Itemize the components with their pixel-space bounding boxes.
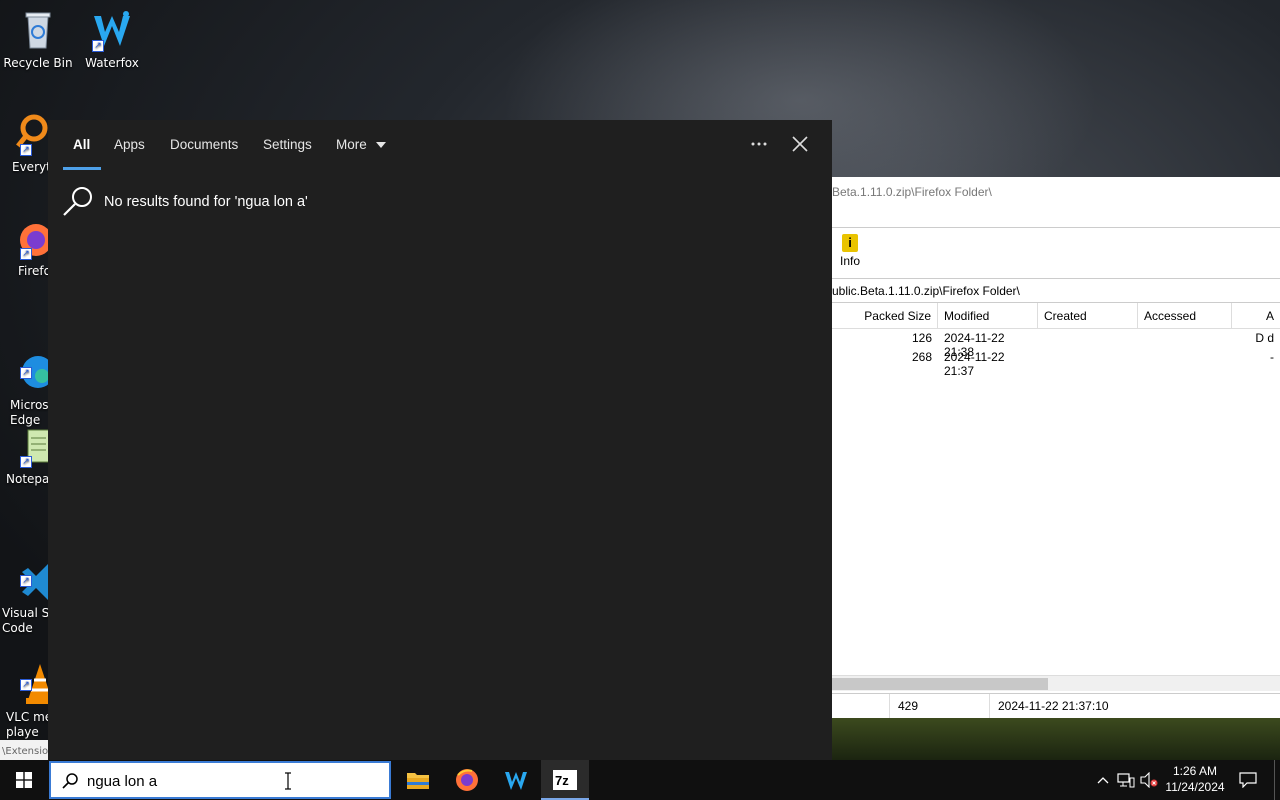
shortcut-arrow-icon: ↗: [20, 456, 32, 468]
no-results-message: No results found for 'ngua lon a': [60, 184, 308, 220]
clock-date: 11/24/2024: [1165, 780, 1225, 794]
shortcut-arrow-icon: ↗: [20, 575, 32, 587]
tab-more-label: More: [336, 137, 367, 152]
ellipsis-icon: [751, 142, 767, 146]
search-tabs: All Apps Documents Settings More: [48, 120, 832, 174]
taskbar-file-explorer[interactable]: [394, 760, 442, 800]
column-header-modified[interactable]: Modified: [938, 303, 1038, 328]
file-explorer-icon: [407, 773, 429, 789]
search-input[interactable]: [87, 769, 377, 793]
search-panel[interactable]: All Apps Documents Settings More No resu…: [48, 120, 832, 760]
search-icon: [62, 773, 78, 789]
network-icon: [1117, 773, 1135, 788]
waterfox-icon: ↗: [90, 8, 134, 52]
windows-logo-icon: [16, 772, 32, 788]
desktop-icon-label: Waterfox: [85, 56, 139, 70]
column-headers: Packed Size Modified Created Accessed A: [832, 303, 1280, 329]
taskbar: 7z 1:26 AM 11/24/2024: [0, 760, 1280, 800]
show-hidden-icons-button[interactable]: [1092, 760, 1114, 800]
info-button[interactable]: i Info: [840, 234, 860, 268]
column-header-attributes[interactable]: A: [1232, 303, 1280, 328]
cell-modified: 2024-11-22 21:37: [944, 350, 1005, 378]
table-row[interactable]: 126 2024-11-22 21:38 D d: [832, 329, 1280, 359]
taskbar-firefox[interactable]: [443, 760, 491, 800]
recycle-bin-icon: [16, 8, 60, 52]
edge-icon: ↗: [6, 335, 54, 388]
close-icon: [792, 136, 808, 152]
column-header-accessed[interactable]: Accessed: [1138, 303, 1232, 328]
firefox-icon: [456, 769, 478, 791]
7zip-window[interactable]: Beta.1.11.0.zip\Firefox Folder\ i Info u…: [832, 177, 1280, 718]
7zip-icon: 7z: [553, 770, 577, 790]
close-button[interactable]: [788, 132, 812, 156]
start-button[interactable]: [0, 760, 48, 800]
shortcut-arrow-icon: ↗: [20, 248, 32, 260]
window-title: Beta.1.11.0.zip\Firefox Folder\: [832, 185, 992, 199]
firefox-icon: ↗: [6, 216, 52, 260]
desktop-icon-recycle-bin[interactable]: Recycle Bin: [0, 8, 76, 71]
shortcut-arrow-icon: ↗: [20, 367, 32, 379]
tab-apps[interactable]: Apps: [114, 137, 145, 152]
cell-modified: 2024-11-22 21:38: [944, 331, 1005, 359]
notepad-icon: ↗: [6, 424, 51, 468]
background-window-sliver: \Extensio: [0, 740, 48, 760]
tab-more[interactable]: More: [336, 137, 387, 152]
no-results-text: No results found for 'ngua lon a': [104, 194, 308, 210]
wallpaper-ground: [830, 718, 1280, 760]
status-size: 429: [890, 694, 990, 718]
chevron-up-icon: [1097, 777, 1109, 784]
tab-documents[interactable]: Documents: [170, 137, 238, 152]
show-desktop-button[interactable]: [1274, 760, 1280, 800]
desktop-icon-waterfox[interactable]: ↗ Waterfox: [74, 8, 150, 71]
more-options-button[interactable]: [748, 132, 770, 154]
volume-button[interactable]: [1138, 760, 1160, 800]
address-bar[interactable]: ublic.Beta.1.11.0.zip\Firefox Folder\: [832, 279, 1280, 303]
system-clock[interactable]: 1:26 AM 11/24/2024: [1158, 763, 1232, 795]
column-header-created[interactable]: Created: [1038, 303, 1138, 328]
shortcut-arrow-icon: ↗: [92, 40, 104, 52]
table-row[interactable]: 268 2024-11-22 21:37 -: [832, 348, 1280, 378]
taskbar-search-box[interactable]: [49, 761, 391, 799]
svg-text:7z: 7z: [555, 773, 569, 788]
scrollbar-thumb[interactable]: [832, 678, 1048, 690]
cell-packed-size: 268: [911, 350, 932, 364]
cell-attributes: -: [1270, 350, 1274, 364]
everything-icon: ↗: [6, 112, 50, 156]
zip-toolbar: i Info: [832, 227, 1280, 279]
notifications-button[interactable]: [1234, 760, 1262, 800]
taskbar-waterfox[interactable]: [492, 760, 540, 800]
waterfox-icon: [505, 772, 527, 790]
horizontal-scrollbar[interactable]: [832, 675, 1280, 691]
cell-attributes: D d: [1255, 331, 1274, 345]
info-label: Info: [840, 254, 861, 268]
cell-packed-size: 126: [911, 331, 932, 345]
vscode-icon: ↗: [6, 543, 50, 602]
taskbar-7zip[interactable]: 7z: [541, 760, 589, 800]
desktop-icon-label: Recycle Bin: [3, 56, 73, 70]
tab-settings[interactable]: Settings: [263, 137, 312, 152]
status-date: 2024-11-22 21:37:10: [998, 699, 1109, 713]
network-status-button[interactable]: [1115, 760, 1137, 800]
volume-muted-icon: [1140, 772, 1158, 788]
column-header-packed-size[interactable]: Packed Size: [832, 303, 938, 328]
status-bar: 429 2024-11-22 21:37:10: [832, 693, 1280, 718]
notification-icon: [1239, 772, 1257, 788]
info-icon: i: [842, 234, 858, 252]
vlc-icon: ↗: [6, 647, 54, 704]
caret-down-icon: [375, 142, 386, 149]
text-cursor-icon: [285, 772, 291, 790]
clock-time: 1:26 AM: [1172, 764, 1218, 778]
active-tab-indicator: [63, 167, 101, 170]
shortcut-arrow-icon: ↗: [20, 679, 32, 691]
shortcut-arrow-icon: ↗: [20, 144, 32, 156]
search-icon: [63, 187, 92, 216]
tab-all[interactable]: All: [73, 137, 90, 152]
